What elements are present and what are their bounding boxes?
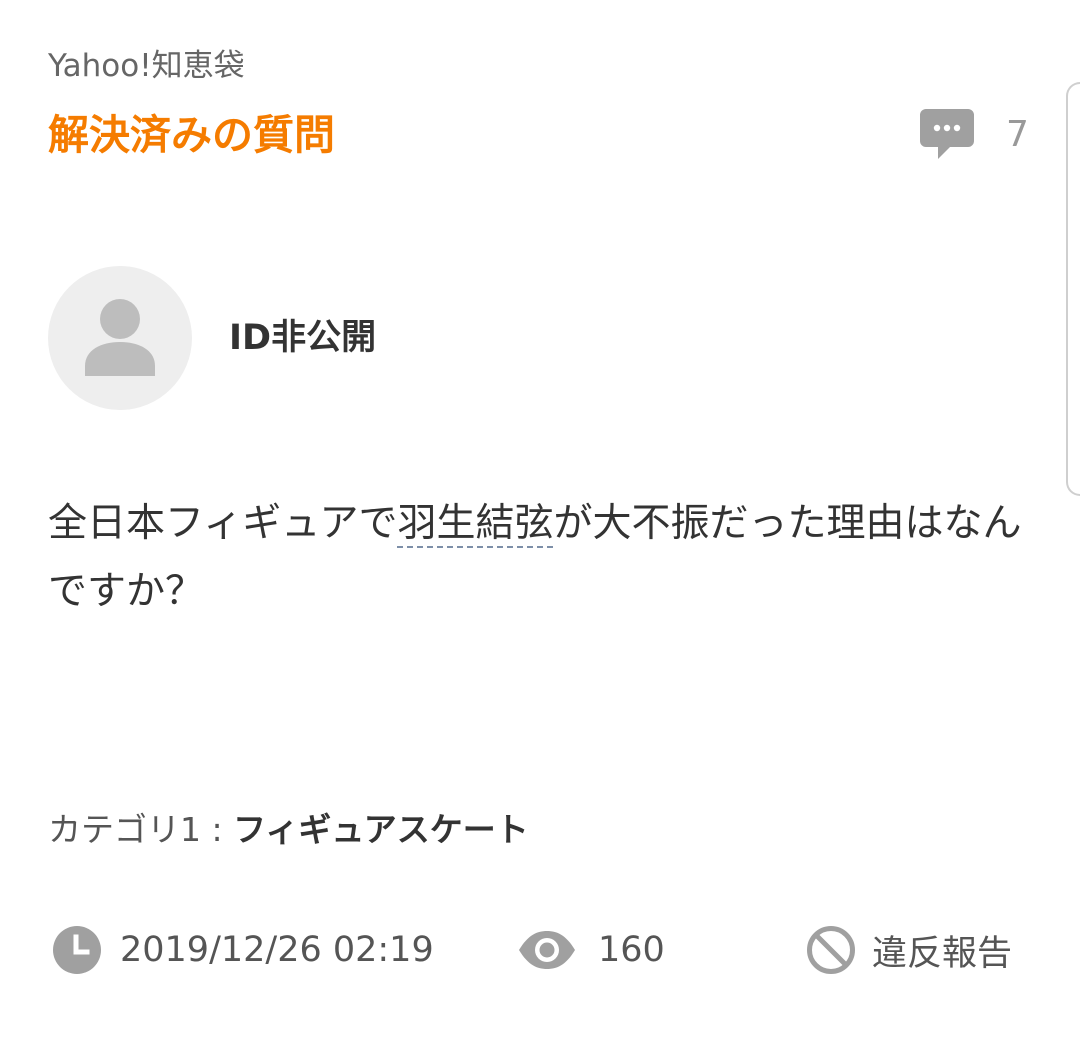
side-panel-edge[interactable] bbox=[1066, 82, 1080, 496]
eye-icon bbox=[519, 931, 575, 969]
clock-icon bbox=[53, 926, 101, 974]
question-text: 全日本フィギュアで bbox=[48, 501, 398, 546]
page-title: 解決済みの質問 bbox=[48, 111, 335, 159]
view-count-text: 160 bbox=[598, 930, 665, 970]
question-meta: 2019/12/26 02:19 160 違反報告 bbox=[52, 918, 1042, 982]
answer-count-button[interactable]: 7 bbox=[920, 100, 1050, 170]
view-count: 160 bbox=[518, 918, 665, 982]
questioner-name: ID非公開 bbox=[229, 318, 377, 358]
question-body: 全日本フィギュアで羽生結弦が大不振だった理由はなんですか？ bbox=[48, 490, 1038, 626]
prohibited-icon bbox=[807, 926, 855, 974]
category-row: カテゴリ1 : フィギュアスケート bbox=[48, 804, 529, 856]
site-name[interactable]: Yahoo!知恵袋 bbox=[48, 42, 245, 90]
answer-count: 7 bbox=[1006, 114, 1029, 155]
posted-date-text: 2019/12/26 02:19 bbox=[120, 930, 434, 970]
speech-bubble-icon bbox=[920, 109, 974, 159]
posted-date: 2019/12/26 02:19 bbox=[52, 918, 434, 982]
category-link[interactable]: フィギュアスケート bbox=[233, 810, 529, 849]
avatar bbox=[48, 266, 192, 410]
default-user-avatar-icon bbox=[85, 299, 155, 376]
report-button[interactable]: 違反報告 bbox=[806, 918, 1012, 982]
report-label: 違反報告 bbox=[872, 933, 1013, 974]
keyword-link[interactable]: 羽生結弦 bbox=[397, 501, 553, 546]
category-label: カテゴリ1 : bbox=[48, 810, 234, 849]
